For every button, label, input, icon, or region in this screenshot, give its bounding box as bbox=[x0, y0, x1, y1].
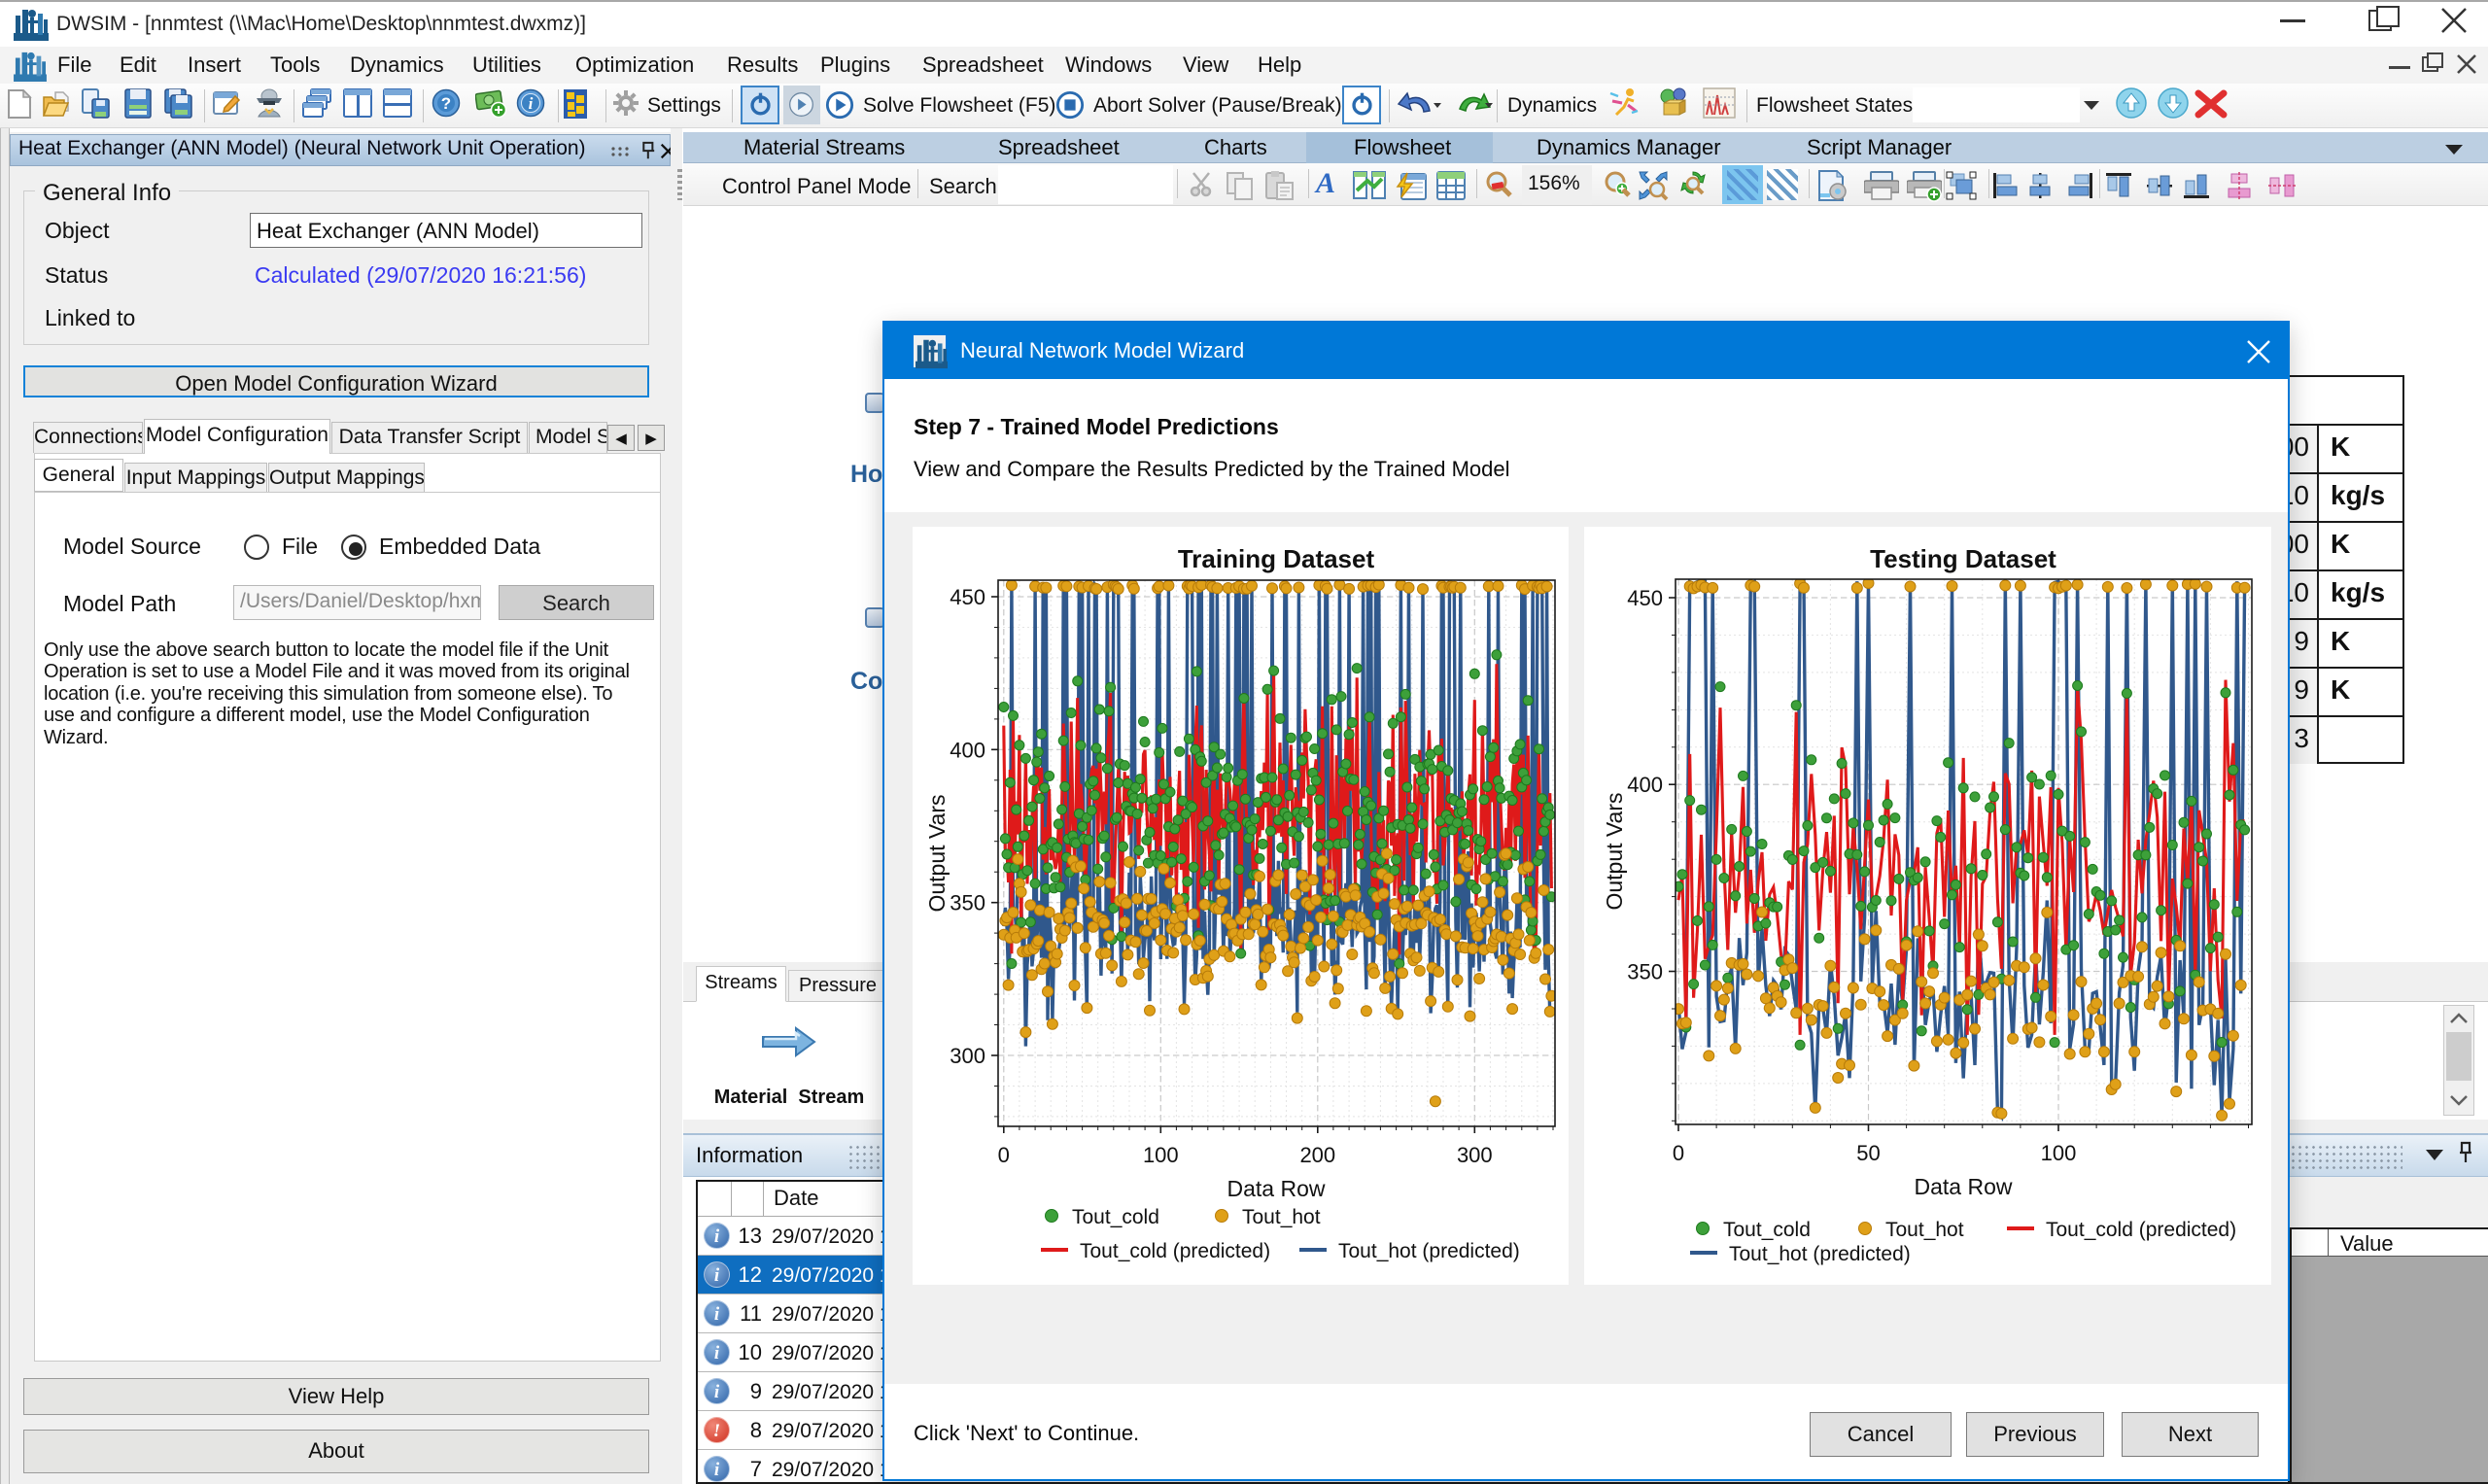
svg-text:Tout_cold (predicted): Tout_cold (predicted) bbox=[1080, 1240, 1270, 1262]
svg-text:50: 50 bbox=[1856, 1141, 1880, 1165]
svg-text:Tout_hot: Tout_hot bbox=[1242, 1206, 1321, 1228]
svg-text:Tout_hot (predicted): Tout_hot (predicted) bbox=[1729, 1243, 1911, 1265]
svg-text:400: 400 bbox=[1627, 773, 1663, 797]
svg-text:Tout_hot: Tout_hot bbox=[1885, 1219, 1964, 1241]
svg-text:Output Vars: Output Vars bbox=[924, 794, 950, 912]
svg-text:i: i bbox=[529, 94, 534, 113]
svg-text:0: 0 bbox=[1673, 1141, 1684, 1165]
svg-text:Testing Dataset: Testing Dataset bbox=[1870, 544, 2056, 573]
svg-text:Data Row: Data Row bbox=[1915, 1174, 2013, 1199]
svg-text:Tout_cold: Tout_cold bbox=[1072, 1206, 1159, 1228]
svg-text:450: 450 bbox=[1627, 586, 1663, 610]
svg-text:Tout_cold (predicted): Tout_cold (predicted) bbox=[2046, 1219, 2236, 1241]
svg-text:350: 350 bbox=[950, 891, 985, 915]
svg-text:300: 300 bbox=[950, 1044, 985, 1068]
svg-text:350: 350 bbox=[1627, 960, 1663, 984]
svg-text:Data Row: Data Row bbox=[1227, 1176, 1326, 1201]
svg-text:Output Vars: Output Vars bbox=[1602, 792, 1627, 910]
svg-text:Training Dataset: Training Dataset bbox=[1178, 544, 1375, 573]
svg-text:?: ? bbox=[441, 94, 451, 113]
svg-text:300: 300 bbox=[1457, 1143, 1493, 1167]
svg-text:400: 400 bbox=[950, 738, 985, 762]
svg-text:Tout_hot (predicted): Tout_hot (predicted) bbox=[1338, 1240, 1520, 1262]
svg-text:0: 0 bbox=[998, 1143, 1010, 1167]
svg-text:200: 200 bbox=[1299, 1143, 1335, 1167]
svg-text:100: 100 bbox=[1143, 1143, 1179, 1167]
svg-text:100: 100 bbox=[2041, 1141, 2077, 1165]
svg-text:450: 450 bbox=[950, 585, 985, 609]
svg-text:Tout_cold: Tout_cold bbox=[1723, 1219, 1811, 1241]
